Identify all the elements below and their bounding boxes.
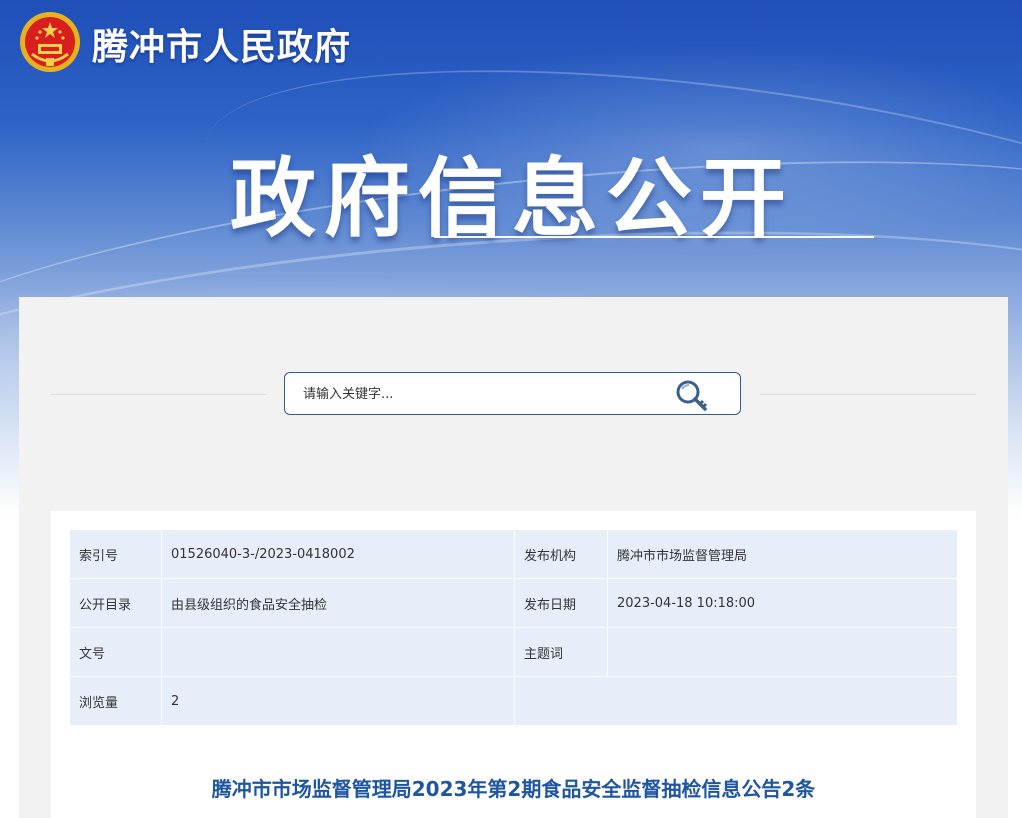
- meta-value-publisher: 腾冲市市场监督管理局: [607, 529, 958, 579]
- document-title: 腾冲市市场监督管理局2023年第2期食品安全监督抽检信息公告2条: [211, 777, 816, 801]
- national-emblem-icon: [20, 12, 80, 72]
- meta-value-keywords: [607, 627, 958, 677]
- meta-label-publisher: 发布机构: [514, 529, 608, 579]
- meta-value-docno: [161, 627, 515, 677]
- meta-empty-cell: [514, 676, 958, 726]
- meta-label-catalog: 公开目录: [69, 578, 162, 628]
- article-content: 索引号 01526040-3-/2023-0418002 发布机构 腾冲市市场监…: [51, 511, 976, 818]
- meta-label-docno: 文号: [69, 627, 162, 677]
- search-box: [284, 372, 741, 415]
- site-title[interactable]: 腾冲市人民政府: [92, 18, 351, 70]
- meta-value-index: 01526040-3-/2023-0418002: [161, 529, 515, 579]
- meta-value-catalog: 由县级组织的食品安全抽检: [161, 578, 515, 628]
- table-row: 公开目录 由县级组织的食品安全抽检 发布日期 2023-04-18 10:18:…: [69, 578, 958, 628]
- meta-value-views: 2: [161, 676, 515, 726]
- search-key-icon[interactable]: [673, 377, 711, 413]
- search-divider-right: [760, 394, 976, 395]
- search-divider-left: [51, 394, 267, 395]
- meta-label-keywords: 主题词: [514, 627, 608, 677]
- table-row: 浏览量 2: [69, 676, 958, 726]
- meta-value-date: 2023-04-18 10:18:00: [607, 578, 958, 628]
- table-row: 索引号 01526040-3-/2023-0418002 发布机构 腾冲市市场监…: [69, 529, 958, 579]
- meta-label-index: 索引号: [69, 529, 162, 579]
- meta-label-date: 发布日期: [514, 578, 608, 628]
- meta-label-views: 浏览量: [69, 676, 162, 726]
- search-input[interactable]: [301, 381, 675, 408]
- info-metadata-table: 索引号 01526040-3-/2023-0418002 发布机构 腾冲市市场监…: [69, 529, 958, 726]
- banner-underline: [434, 236, 874, 238]
- banner-title: 政府信息公开: [230, 149, 794, 249]
- table-row: 文号 主题词: [69, 627, 958, 677]
- main-panel: 索引号 01526040-3-/2023-0418002 发布机构 腾冲市市场监…: [19, 297, 1008, 818]
